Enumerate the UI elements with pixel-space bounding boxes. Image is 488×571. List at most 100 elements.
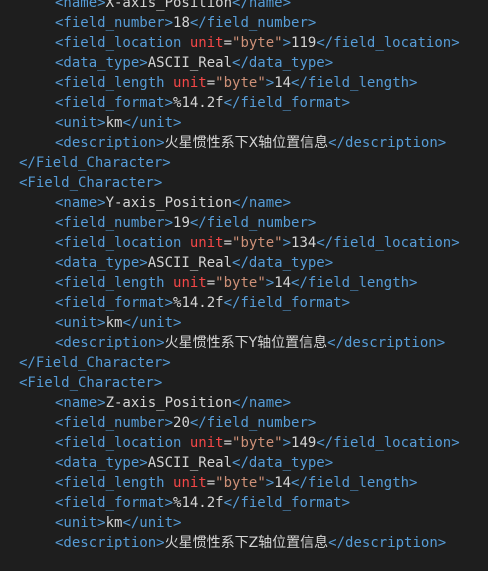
xml-tag: </data_type> bbox=[232, 455, 334, 471]
element-value: ASCII_Real bbox=[147, 455, 233, 471]
code-line[interactable]: <description>火星惯性系下X轴位置信息</description> bbox=[0, 133, 488, 153]
code-line[interactable]: <name>X-axis_Position</name> bbox=[0, 0, 488, 13]
xml-tag: > bbox=[282, 435, 292, 451]
code-editor[interactable]: <name>X-axis_Position</name> <field_numbe… bbox=[0, 0, 488, 571]
code-line[interactable]: <field_location unit="byte">119</field_l… bbox=[0, 33, 488, 53]
code-line[interactable]: <unit>km</unit> bbox=[0, 313, 488, 333]
xml-tag: > bbox=[265, 75, 275, 91]
xml-tag: </field_number> bbox=[189, 215, 317, 231]
xml-tag: <data_type> bbox=[55, 255, 148, 271]
code-line[interactable]: <unit>km</unit> bbox=[0, 513, 488, 533]
xml-tag: <field_format> bbox=[55, 495, 174, 511]
xml-tag: </field_length> bbox=[291, 275, 418, 291]
code-line[interactable]: <field_location unit="byte">149</field_l… bbox=[0, 433, 488, 453]
equals-sign: = bbox=[223, 435, 233, 451]
code-line[interactable]: <data_type>ASCII_Real</data_type> bbox=[0, 253, 488, 273]
xml-tag: </name> bbox=[232, 395, 292, 411]
xml-tag: <description> bbox=[55, 535, 165, 551]
element-value: Y-axis_Position bbox=[105, 195, 233, 211]
code-line[interactable]: <field_location unit="byte">134</field_l… bbox=[0, 233, 488, 253]
attribute-name: unit bbox=[189, 435, 224, 451]
element-value: 134 bbox=[291, 235, 317, 251]
xml-tag: <field_location bbox=[55, 435, 190, 451]
element-value: %14.2f bbox=[173, 495, 224, 511]
xml-tag: </field_format> bbox=[223, 295, 351, 311]
element-value: Z-axis_Position bbox=[105, 395, 233, 411]
xml-tag: </field_length> bbox=[291, 75, 418, 91]
code-line[interactable]: <field_length unit="byte">14</field_leng… bbox=[0, 273, 488, 293]
element-value: 149 bbox=[291, 435, 317, 451]
code-line[interactable]: <data_type>ASCII_Real</data_type> bbox=[0, 453, 488, 473]
xml-tag: <unit> bbox=[55, 315, 106, 331]
element-value: %14.2f bbox=[173, 95, 224, 111]
xml-tag: </description> bbox=[328, 535, 447, 551]
xml-tag: </unit> bbox=[122, 115, 182, 131]
code-line[interactable]: <description>火星惯性系下Z轴位置信息</description> bbox=[0, 533, 488, 553]
xml-tag: <field_number> bbox=[55, 415, 174, 431]
attribute-name: unit bbox=[189, 235, 224, 251]
equals-sign: = bbox=[206, 75, 216, 91]
xml-tag: > bbox=[282, 235, 292, 251]
code-line[interactable]: <field_length unit="byte">14</field_leng… bbox=[0, 473, 488, 493]
xml-tag: <field_number> bbox=[55, 15, 174, 31]
code-line[interactable]: <field_number>20</field_number> bbox=[0, 413, 488, 433]
code-line[interactable]: <field_number>18</field_number> bbox=[0, 13, 488, 33]
code-line[interactable]: <description>火星惯性系下Y轴位置信息</description> bbox=[0, 333, 488, 353]
code-line[interactable]: </Field_Character> bbox=[0, 153, 488, 173]
xml-tag: </data_type> bbox=[232, 55, 334, 71]
xml-tag: </field_number> bbox=[189, 415, 317, 431]
xml-tag: </unit> bbox=[122, 515, 182, 531]
element-value: 20 bbox=[173, 415, 190, 431]
xml-tag: </field_location> bbox=[316, 235, 460, 251]
code-line[interactable]: <field_number>19</field_number> bbox=[0, 213, 488, 233]
element-value: %14.2f bbox=[173, 295, 224, 311]
equals-sign: = bbox=[206, 475, 216, 491]
xml-tag: <description> bbox=[55, 335, 165, 351]
element-value: 14 bbox=[274, 75, 292, 91]
xml-tag: </name> bbox=[232, 0, 292, 11]
code-line[interactable]: <unit>km</unit> bbox=[0, 113, 488, 133]
xml-tag: > bbox=[265, 275, 275, 291]
element-value: 14 bbox=[274, 475, 292, 491]
element-value: km bbox=[105, 115, 123, 131]
xml-tag: <Field_Character> bbox=[19, 175, 163, 191]
xml-tag: <name> bbox=[55, 395, 106, 411]
xml-tag: </field_number> bbox=[189, 15, 317, 31]
xml-tag: <field_length bbox=[55, 275, 174, 291]
code-line[interactable]: <Field_Character> bbox=[0, 173, 488, 193]
xml-tag: <name> bbox=[55, 0, 106, 11]
attribute-value: "byte" bbox=[215, 75, 266, 91]
code-line[interactable]: <field_length unit="byte">14</field_leng… bbox=[0, 73, 488, 93]
element-value: km bbox=[105, 515, 123, 531]
attribute-name: unit bbox=[173, 275, 207, 291]
xml-tag: <data_type> bbox=[55, 455, 148, 471]
xml-tag: </data_type> bbox=[232, 255, 334, 271]
attribute-value: "byte" bbox=[232, 435, 283, 451]
code-line[interactable]: <field_format>%14.2f</field_format> bbox=[0, 493, 488, 513]
xml-tag: </field_location> bbox=[316, 35, 460, 51]
xml-tag: <Field_Character> bbox=[19, 375, 163, 391]
code-line[interactable]: <field_format>%14.2f</field_format> bbox=[0, 293, 488, 313]
xml-tag: <unit> bbox=[55, 115, 106, 131]
element-value: X-axis_Position bbox=[105, 0, 233, 11]
xml-tag: </Field_Character> bbox=[19, 355, 171, 371]
xml-tag: <description> bbox=[55, 135, 165, 151]
code-line[interactable]: <Field_Character> bbox=[0, 373, 488, 393]
element-value: ASCII_Real bbox=[147, 55, 233, 71]
xml-tag: <field_location bbox=[55, 235, 190, 251]
code-line[interactable]: </Field_Character> bbox=[0, 353, 488, 373]
code-line[interactable]: <data_type>ASCII_Real</data_type> bbox=[0, 53, 488, 73]
xml-tag: <unit> bbox=[55, 515, 106, 531]
code-line[interactable]: <name>Z-axis_Position</name> bbox=[0, 393, 488, 413]
xml-tag: <field_length bbox=[55, 475, 174, 491]
code-line[interactable]: <field_format>%14.2f</field_format> bbox=[0, 93, 488, 113]
code-line[interactable]: <name>Y-axis_Position</name> bbox=[0, 193, 488, 213]
xml-tag: </Field_Character> bbox=[19, 155, 171, 171]
xml-code-view[interactable]: <name>X-axis_Position</name> <field_numbe… bbox=[0, 0, 488, 553]
xml-tag: > bbox=[282, 35, 292, 51]
xml-tag: </description> bbox=[327, 335, 446, 351]
xml-tag: <data_type> bbox=[55, 55, 148, 71]
xml-tag: </field_format> bbox=[223, 495, 351, 511]
equals-sign: = bbox=[206, 275, 216, 291]
attribute-value: "byte" bbox=[232, 235, 283, 251]
